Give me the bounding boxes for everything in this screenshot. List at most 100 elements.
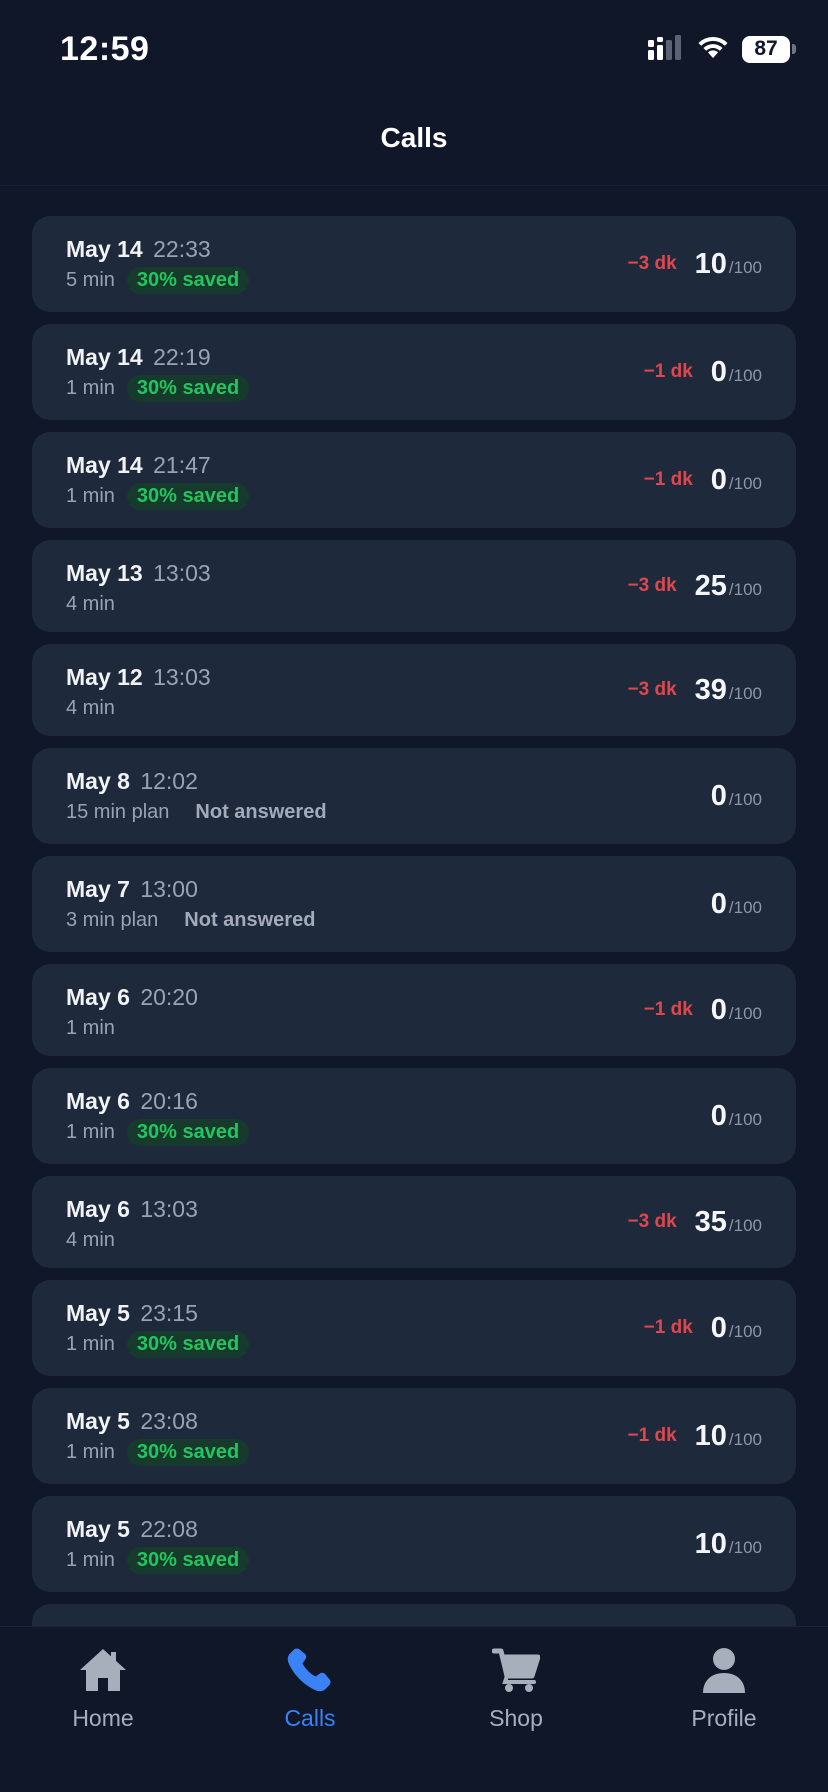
- call-score: −3 dk 25 /100: [628, 540, 762, 632]
- call-card[interactable]: May 8 12:02 15 min plan Not answered 0 /…: [32, 748, 796, 844]
- call-score: −1 dk 0 /100: [644, 324, 762, 420]
- call-duration: 15 min plan: [66, 800, 170, 823]
- page-title: Calls: [380, 122, 448, 153]
- call-date: May 6: [66, 1088, 130, 1114]
- call-score: 0 /100: [711, 1068, 762, 1164]
- call-card[interactable]: May 5 22:08 1 min 30% saved 10 /100: [32, 1496, 796, 1592]
- call-list[interactable]: May 14 22:33 5 min 30% saved −3 dk 10 /1…: [32, 216, 796, 1626]
- call-score: 0 /100: [711, 748, 762, 844]
- score-max: /100: [728, 1538, 762, 1557]
- score-value: 0: [710, 1311, 727, 1344]
- call-info: May 6 20:16 1 min 30% saved: [66, 1086, 250, 1147]
- saved-badge: 30% saved: [126, 266, 250, 294]
- call-info: May 6 20:20 1 min: [66, 982, 198, 1043]
- call-status: Not answered: [184, 908, 316, 931]
- call-date: May 8: [66, 768, 130, 794]
- call-time: 22:08: [140, 1516, 198, 1542]
- status-bar: 12:59 87: [0, 0, 828, 96]
- call-card-partial[interactable]: [32, 1604, 796, 1626]
- score-delta: −3 dk: [627, 575, 677, 596]
- tab-home[interactable]: Home: [23, 1647, 183, 1732]
- call-time: 23:08: [140, 1408, 198, 1434]
- call-datetime: May 6 20:16: [66, 1086, 249, 1116]
- score-max: /100: [728, 580, 762, 599]
- call-card[interactable]: May 7 13:00 3 min plan Not answered 0 /1…: [32, 856, 796, 952]
- cellular-signal-icon: [648, 34, 684, 65]
- tab-home-label: Home: [72, 1705, 134, 1731]
- score-max: /100: [728, 1216, 762, 1235]
- call-date: May 14: [66, 452, 143, 478]
- call-time: 21:47: [153, 452, 211, 478]
- score-max: /100: [728, 258, 762, 277]
- call-info: May 5 22:08 1 min 30% saved: [66, 1514, 250, 1575]
- call-card[interactable]: May 14 21:47 1 min 30% saved −1 dk 0 /10…: [32, 432, 796, 528]
- battery-icon: 87: [742, 35, 796, 63]
- score-max: /100: [728, 1430, 762, 1449]
- call-date: May 14: [66, 344, 143, 370]
- score-value: 25: [694, 569, 727, 602]
- tab-profile[interactable]: Profile: [644, 1647, 804, 1732]
- call-status: Not answered: [195, 800, 327, 823]
- tab-calls[interactable]: Calls: [230, 1647, 390, 1732]
- call-time: 23:15: [140, 1300, 198, 1326]
- call-card[interactable]: May 6 20:20 1 min −1 dk 0 /100: [32, 964, 796, 1056]
- call-info: May 14 21:47 1 min 30% saved: [66, 450, 250, 511]
- saved-badge: 30% saved: [126, 1118, 250, 1146]
- call-meta: 1 min 30% saved: [66, 373, 250, 403]
- call-card[interactable]: May 14 22:19 1 min 30% saved −1 dk 0 /10…: [32, 324, 796, 420]
- tab-shop-label: Shop: [489, 1705, 543, 1731]
- tab-shop[interactable]: Shop: [436, 1647, 596, 1732]
- call-score: −3 dk 39 /100: [628, 644, 762, 736]
- call-card[interactable]: May 6 20:16 1 min 30% saved 0 /100: [32, 1068, 796, 1164]
- wifi-icon: [696, 34, 730, 65]
- call-time: 13:00: [140, 876, 198, 902]
- call-datetime: May 14 21:47: [66, 450, 249, 480]
- score-value: 10: [694, 247, 727, 280]
- saved-badge: 30% saved: [126, 1546, 250, 1574]
- call-time: 13:03: [140, 1196, 198, 1222]
- score-value: 0: [710, 1099, 727, 1132]
- call-meta: 15 min plan Not answered: [66, 797, 327, 827]
- call-meta: 1 min 30% saved: [66, 481, 250, 511]
- call-card[interactable]: May 5 23:08 1 min 30% saved −1 dk 10 /10…: [32, 1388, 796, 1484]
- call-duration: 3 min plan: [66, 908, 159, 931]
- call-duration: 1 min: [66, 484, 115, 507]
- score-delta: −1 dk: [643, 361, 693, 382]
- saved-badge: 30% saved: [126, 1330, 250, 1358]
- call-time: 13:03: [153, 560, 211, 586]
- call-datetime: May 7 13:00: [66, 874, 315, 904]
- call-card[interactable]: May 5 23:15 1 min 30% saved −1 dk 0 /100: [32, 1280, 796, 1376]
- call-card[interactable]: May 13 13:03 4 min −3 dk 25 /100: [32, 540, 796, 632]
- call-datetime: May 5 22:08: [66, 1514, 249, 1544]
- call-score: −1 dk 10 /100: [628, 1388, 762, 1484]
- call-info: May 5 23:08 1 min 30% saved: [66, 1406, 250, 1467]
- call-card[interactable]: May 12 13:03 4 min −3 dk 39 /100: [32, 644, 796, 736]
- battery-level: 87: [742, 35, 790, 63]
- call-datetime: May 12 13:03: [66, 662, 211, 692]
- call-score: −3 dk 10 /100: [628, 216, 762, 312]
- call-score: −1 dk 0 /100: [644, 964, 762, 1056]
- score-max: /100: [728, 366, 762, 385]
- call-date: May 7: [66, 876, 130, 902]
- score-max: /100: [728, 898, 762, 917]
- calls-screen: 12:59 87 Calls May 14 22:33 5 min 30% sa…: [0, 0, 828, 1792]
- score-delta: −3 dk: [627, 253, 677, 274]
- call-duration: 5 min: [66, 268, 115, 291]
- call-meta: 4 min: [66, 1225, 198, 1255]
- call-score: −1 dk 0 /100: [644, 1280, 762, 1376]
- score-value: 0: [710, 993, 727, 1026]
- call-duration: 1 min: [66, 1548, 115, 1571]
- call-time: 22:19: [153, 344, 211, 370]
- call-time: 20:20: [140, 984, 198, 1010]
- call-duration: 1 min: [66, 1120, 115, 1143]
- call-datetime: May 14 22:33: [66, 234, 249, 264]
- score-value: 0: [710, 355, 727, 388]
- call-info: May 6 13:03 4 min: [66, 1194, 198, 1255]
- tab-profile-label: Profile: [691, 1705, 757, 1731]
- saved-badge: 30% saved: [126, 1438, 250, 1466]
- score-delta: −1 dk: [643, 469, 693, 490]
- call-info: May 5 23:15 1 min 30% saved: [66, 1298, 250, 1359]
- call-card[interactable]: May 6 13:03 4 min −3 dk 35 /100: [32, 1176, 796, 1268]
- call-date: May 14: [66, 236, 143, 262]
- call-card[interactable]: May 14 22:33 5 min 30% saved −3 dk 10 /1…: [32, 216, 796, 312]
